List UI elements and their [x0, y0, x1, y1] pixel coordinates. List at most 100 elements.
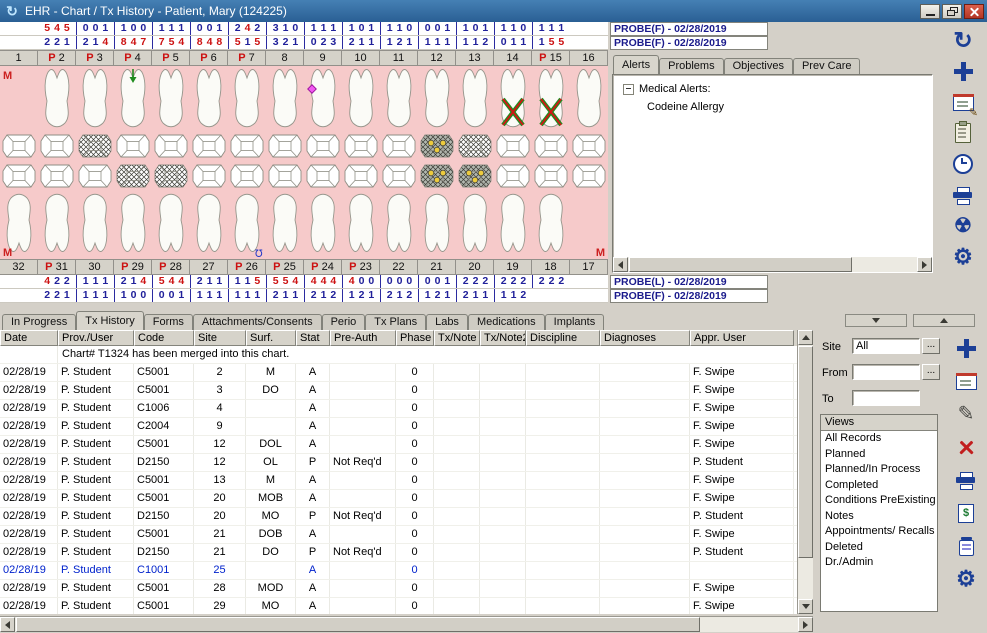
- tx-row[interactable]: 02/28/19P. StudentC500113MA0F. Swipe: [0, 472, 797, 490]
- tooth-number-5[interactable]: P 5: [152, 51, 190, 65]
- tooth-5[interactable]: [159, 69, 183, 126]
- add-icon[interactable]: [947, 57, 979, 85]
- add-icon[interactable]: [950, 334, 982, 362]
- occlusal-lower-18[interactable]: [535, 165, 567, 187]
- scroll-down-button[interactable]: [798, 599, 813, 614]
- tooth-number-4[interactable]: P 4: [114, 51, 152, 65]
- tooth-6[interactable]: [197, 69, 221, 126]
- tooth-number-25[interactable]: P 25: [266, 260, 304, 274]
- tooth-23[interactable]: [349, 194, 373, 251]
- tooth-7[interactable]: [235, 69, 259, 126]
- occlusal-upper-2[interactable]: [41, 135, 73, 157]
- scrollbar-thumb[interactable]: [629, 257, 852, 272]
- tooth-3[interactable]: [83, 69, 107, 126]
- tab-problems[interactable]: Problems: [659, 58, 723, 74]
- tooth-26[interactable]: [235, 194, 259, 251]
- tab-perio[interactable]: Perio: [322, 314, 366, 330]
- clipboard-icon[interactable]: [947, 119, 979, 147]
- tree-collapse-toggle[interactable]: [623, 84, 634, 95]
- tx-row[interactable]: 02/28/19P. StudentC500129MOA0F. Swipe: [0, 598, 797, 614]
- occlusal-upper-7[interactable]: [231, 135, 263, 157]
- edit-icon[interactable]: ✎: [950, 400, 982, 428]
- tooth-number-30[interactable]: 30: [76, 260, 114, 274]
- tx-row[interactable]: 02/28/19P. StudentD215021DOPNot Req'd0P.…: [0, 544, 797, 562]
- scrollbar-thumb[interactable]: [16, 617, 700, 632]
- tooth-number-18[interactable]: 18: [532, 260, 570, 274]
- tooth-number-3[interactable]: P 3: [76, 51, 114, 65]
- scroll-up-button[interactable]: [798, 330, 813, 345]
- tx-row[interactable]: 02/28/19P. StudentC500112DOLA0F. Swipe: [0, 436, 797, 454]
- tx-row[interactable]: 02/28/19P. StudentC100125A0: [0, 562, 797, 580]
- occlusal-lower-29[interactable]: [117, 165, 149, 187]
- occlusal-lower-32[interactable]: [3, 165, 35, 187]
- column-header-tx-note2[interactable]: Tx/Note2: [480, 330, 526, 346]
- tooth-number-19[interactable]: 19: [494, 260, 532, 274]
- tab-in-progress[interactable]: In Progress: [2, 314, 76, 330]
- column-header-discipline[interactable]: Discipline: [526, 330, 600, 346]
- site-browse-button[interactable]: ...: [922, 338, 940, 354]
- tooth-31[interactable]: [45, 194, 69, 251]
- tooth-21[interactable]: [425, 194, 449, 251]
- tooth-number-9[interactable]: 9: [304, 51, 342, 65]
- site-select[interactable]: All: [852, 338, 920, 354]
- tooth-number-26[interactable]: P 26: [228, 260, 266, 274]
- tooth-18[interactable]: [539, 194, 563, 251]
- minimize-button[interactable]: [920, 4, 940, 19]
- schedule-edit-icon[interactable]: ✎: [947, 88, 979, 116]
- scrollbar-thumb[interactable]: [798, 346, 813, 558]
- column-header-diagnoses[interactable]: Diagnoses: [600, 330, 690, 346]
- tooth-number-14[interactable]: 14: [494, 51, 532, 65]
- occlusal-lower-25[interactable]: [269, 165, 301, 187]
- odontogram[interactable]: MMM℧: [0, 66, 608, 259]
- tab-tx-history[interactable]: Tx History: [76, 311, 144, 330]
- tooth-22[interactable]: [387, 194, 411, 251]
- history-icon[interactable]: [947, 150, 979, 178]
- view-option-conditions-preexisting[interactable]: Conditions PreExisting: [821, 493, 937, 509]
- tab-alerts[interactable]: Alerts: [613, 55, 659, 74]
- settings-icon[interactable]: ⚙: [947, 243, 979, 271]
- dental-chart[interactable]: MMM℧: [0, 66, 608, 259]
- from-browse-button[interactable]: ...: [922, 364, 940, 380]
- view-option-all-records[interactable]: All Records: [821, 431, 937, 447]
- occlusal-lower-23[interactable]: [345, 165, 377, 187]
- tab-prev-care[interactable]: Prev Care: [793, 58, 861, 74]
- column-header-surf[interactable]: Surf.: [246, 330, 296, 346]
- column-header-date[interactable]: Date: [0, 330, 58, 346]
- delete-icon[interactable]: [950, 433, 982, 461]
- occlusal-upper-12[interactable]: [421, 135, 453, 157]
- view-option-completed[interactable]: Completed: [821, 478, 937, 494]
- occlusal-upper-9[interactable]: [307, 135, 339, 157]
- occlusal-upper-13[interactable]: [459, 135, 491, 157]
- tab-implants[interactable]: Implants: [545, 314, 605, 330]
- tooth-20[interactable]: [463, 194, 487, 251]
- tooth-11[interactable]: [387, 69, 411, 126]
- occlusal-lower-19[interactable]: [497, 165, 529, 187]
- tooth-19[interactable]: [501, 194, 525, 251]
- billing-icon[interactable]: $: [950, 499, 982, 527]
- column-header-prov-user[interactable]: Prov./User: [58, 330, 134, 346]
- occlusal-lower-17[interactable]: [573, 165, 605, 187]
- tx-row[interactable]: 02/28/19P. StudentD215012OLPNot Req'd0P.…: [0, 454, 797, 472]
- scroll-right-button[interactable]: [798, 617, 813, 632]
- table-horizontal-scrollbar[interactable]: [0, 616, 813, 632]
- occlusal-upper-15[interactable]: [535, 135, 567, 157]
- occlusal-lower-31[interactable]: [41, 165, 73, 187]
- tx-row[interactable]: 02/28/19P. StudentC50013DOA0F. Swipe: [0, 382, 797, 400]
- tooth-9[interactable]: [311, 69, 335, 126]
- scroll-left-button[interactable]: [0, 617, 15, 632]
- view-option-dr-admin[interactable]: Dr./Admin: [821, 555, 937, 571]
- occlusal-upper-8[interactable]: [269, 135, 301, 157]
- alert-item[interactable]: Codeine Allergy: [647, 101, 724, 113]
- scroll-left-button[interactable]: [613, 257, 628, 272]
- tx-row[interactable]: 02/28/19P. StudentD215020MOPNot Req'd0P.…: [0, 508, 797, 526]
- column-header-tx-note[interactable]: Tx/Note: [434, 330, 480, 346]
- view-option-appointments-recalls[interactable]: Appointments/ Recalls: [821, 524, 937, 540]
- view-option-planned-in-process[interactable]: Planned/In Process: [821, 462, 937, 478]
- occlusal-lower-20[interactable]: [459, 165, 491, 187]
- tooth-number-31[interactable]: P 31: [38, 260, 76, 274]
- occlusal-upper-14[interactable]: [497, 135, 529, 157]
- switch-chart-icon[interactable]: ↻: [947, 26, 979, 54]
- tooth-number-27[interactable]: 27: [190, 260, 228, 274]
- tooth-number-32[interactable]: 32: [0, 260, 38, 274]
- print-icon[interactable]: [947, 181, 979, 209]
